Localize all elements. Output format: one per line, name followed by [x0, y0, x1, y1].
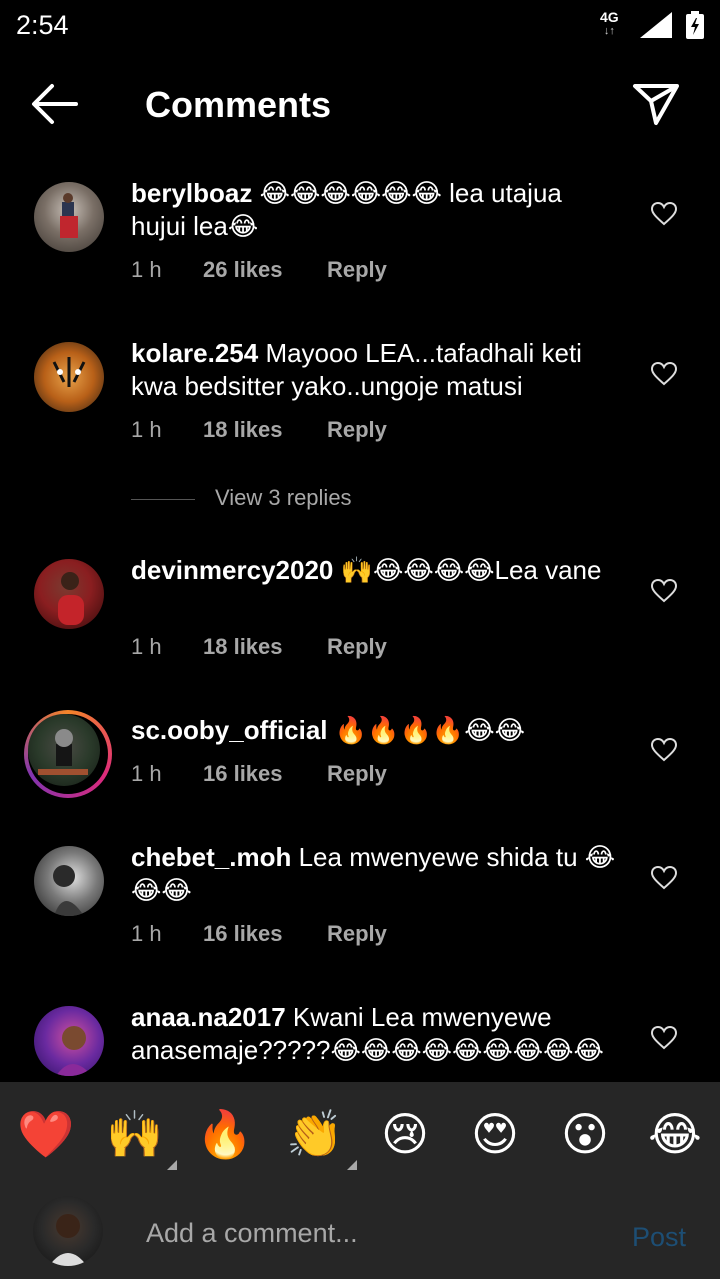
comment-time: 1 h	[131, 634, 162, 659]
emoji-crying-button[interactable]: 😢	[375, 1104, 435, 1164]
emoji-fire-button[interactable]: 🔥	[195, 1104, 255, 1164]
reply-button[interactable]: Reply	[327, 634, 387, 660]
comments-list[interactable]: berylboaz 😂😂😂😂😂😂 lea utajua hujui lea😂 1…	[0, 160, 720, 1082]
emoji-raised-hands-button[interactable]: 🙌	[105, 1104, 177, 1170]
heart-icon[interactable]	[651, 362, 677, 386]
comment-time: 1 h	[131, 257, 162, 282]
comment-username[interactable]: kolare.254	[131, 338, 258, 368]
reply-button[interactable]: Reply	[327, 921, 387, 947]
divider	[131, 499, 195, 500]
reply-button[interactable]: Reply	[327, 417, 387, 443]
signal-icon	[640, 12, 672, 38]
comment-username[interactable]: devinmercy2020	[131, 555, 333, 585]
emoji-clap-button[interactable]: 👏	[285, 1104, 357, 1170]
comment-text: chebet_.moh Lea mwenyewe shida tu 😂😂😂	[131, 842, 616, 905]
comment-text: kolare.254 Mayooo LEA...tafadhali keti k…	[131, 338, 582, 401]
comment-likes[interactable]: 26 likes	[203, 257, 327, 283]
comment-likes[interactable]: 18 likes	[203, 634, 327, 660]
comment-username[interactable]: berylboaz	[131, 178, 252, 208]
reply-button[interactable]: Reply	[327, 257, 387, 283]
emoji-surprised-button[interactable]: 😮	[555, 1104, 615, 1164]
comment-username[interactable]: sc.ooby_official	[131, 715, 328, 745]
network-type-label: 4G ↓↑	[600, 9, 619, 37]
avatar[interactable]	[34, 182, 104, 252]
view-replies-label: View 3 replies	[215, 485, 352, 510]
reply-button[interactable]: Reply	[327, 761, 387, 787]
emoji-laughing-button[interactable]: 😂	[645, 1104, 705, 1164]
heart-icon[interactable]	[651, 202, 677, 226]
comment-meta: 1 h 16 likes Reply	[131, 761, 387, 787]
comment-text: devinmercy2020 🙌😂😂😂😂Lea vane	[131, 555, 602, 585]
heart-icon[interactable]	[651, 866, 677, 890]
comment-time: 1 h	[131, 761, 162, 786]
comment-likes[interactable]: 16 likes	[203, 761, 327, 787]
emoji-heart-button[interactable]: ❤️	[16, 1104, 76, 1164]
comment-composer: Post	[0, 1186, 720, 1279]
page-title: Comments	[145, 84, 332, 125]
avatar	[33, 1196, 103, 1266]
battery-charging-icon	[686, 11, 704, 39]
comment-text: sc.ooby_official 🔥🔥🔥🔥😂😂	[131, 715, 525, 745]
emoji-heart-eyes-button[interactable]: 😍	[465, 1104, 525, 1164]
avatar[interactable]	[34, 846, 104, 916]
view-replies-button[interactable]: View 3 replies	[131, 485, 531, 515]
comment-meta: 1 h 16 likes Reply	[131, 921, 387, 947]
comment-meta: 1 h 26 likes Reply	[131, 257, 387, 283]
comment-likes[interactable]: 16 likes	[203, 921, 327, 947]
story-ring-avatar[interactable]	[24, 710, 112, 798]
avatar[interactable]	[34, 559, 104, 629]
comment-text: berylboaz 😂😂😂😂😂😂 lea utajua hujui lea😂	[131, 178, 562, 241]
comment-likes[interactable]: 18 likes	[203, 417, 327, 443]
avatar[interactable]	[34, 1006, 104, 1076]
comment-time: 1 h	[131, 921, 162, 946]
heart-icon[interactable]	[651, 579, 677, 603]
arrow-left-icon[interactable]	[30, 82, 80, 126]
comment-meta: 1 h 18 likes Reply	[131, 634, 387, 660]
quick-reactions-bar: ❤️ 🙌 🔥 👏 😢 😍 😮 😂 Post	[0, 1082, 720, 1279]
comment-username[interactable]: chebet_.moh	[131, 842, 291, 872]
status-time: 2:54	[16, 10, 69, 40]
heart-icon[interactable]	[651, 738, 677, 762]
heart-icon[interactable]	[651, 1026, 677, 1050]
comment-meta: 1 h 18 likes Reply	[131, 417, 387, 443]
avatar[interactable]	[34, 342, 104, 412]
comment-text: anaa.na2017 Kwani Lea mwenyewe anasemaje…	[131, 1002, 604, 1065]
comment-time: 1 h	[131, 417, 162, 442]
comments-header: Comments	[0, 60, 720, 150]
post-button[interactable]: Post	[632, 1222, 686, 1253]
comment-input[interactable]	[144, 1212, 608, 1254]
paper-plane-icon[interactable]	[632, 82, 680, 126]
status-bar: 2:54 4G ↓↑	[0, 0, 720, 52]
comment-username[interactable]: anaa.na2017	[131, 1002, 286, 1032]
